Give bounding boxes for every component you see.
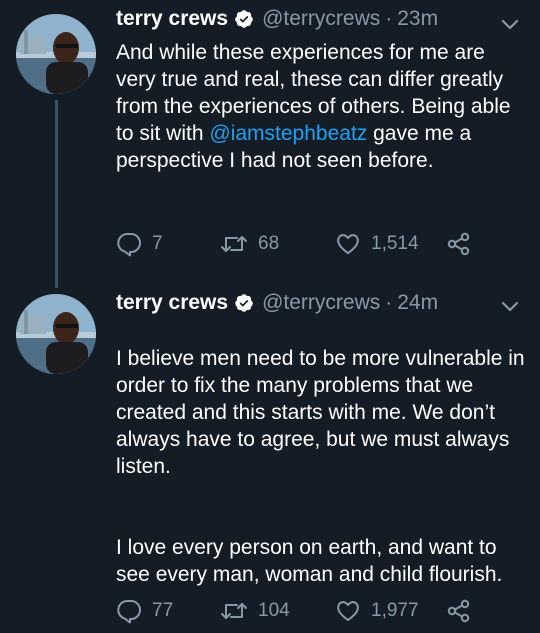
reply-icon [117, 600, 141, 624]
display-name[interactable]: terry crews [116, 288, 228, 318]
chevron-down-icon[interactable] [500, 296, 520, 316]
separator-dot: · [385, 291, 393, 314]
tweet-actions: 77 104 1,977 [116, 596, 516, 626]
tweet[interactable]: terry crews @terrycrews · 24m I believe … [0, 0, 540, 633]
share-button[interactable] [446, 596, 482, 626]
reply-button[interactable]: 77 [116, 596, 173, 626]
share-icon [447, 599, 470, 623]
reply-count: 77 [152, 600, 174, 621]
retweet-button[interactable]: 104 [220, 596, 290, 626]
like-button[interactable]: 1,977 [335, 596, 419, 626]
like-count: 1,977 [371, 600, 419, 621]
timestamp[interactable]: 24m [397, 288, 438, 318]
handle[interactable]: @terrycrews [262, 288, 380, 318]
tweet-text: I believe men need to be more vulnerable… [116, 318, 526, 615]
retweet-icon [221, 603, 247, 619]
like-icon [337, 601, 359, 621]
tweet-header: terry crews @terrycrews · 24m [116, 288, 438, 318]
tweet-paragraph: I love every person on earth, and want t… [116, 536, 503, 586]
verified-badge-icon [235, 294, 253, 312]
tweet-paragraph: I believe men need to be more vulnerable… [116, 347, 525, 478]
retweet-count: 104 [258, 600, 290, 621]
avatar[interactable] [16, 294, 96, 374]
